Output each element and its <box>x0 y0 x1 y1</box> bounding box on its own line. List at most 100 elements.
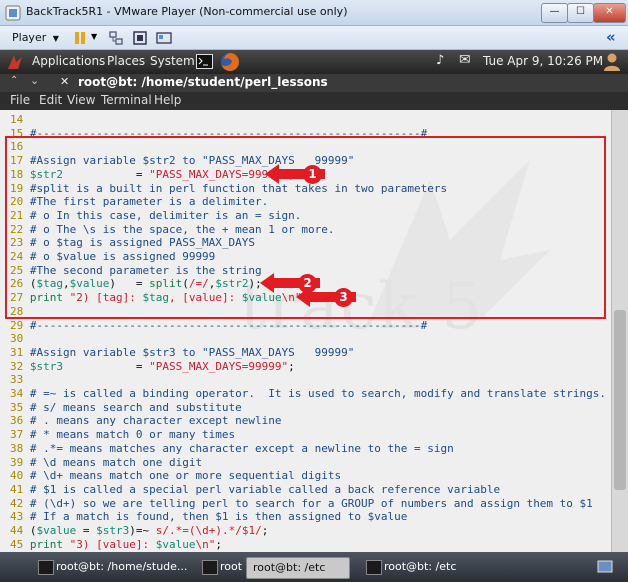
taskbar-item-label: root <box>220 560 243 573</box>
code-token: $str3 <box>96 524 130 537</box>
terminal-menu-bar: File Edit View Terminal Help <box>0 92 628 110</box>
line-number: 37 <box>10 428 24 442</box>
code-line: 35 # s/ means search and substitute <box>10 401 242 415</box>
pause-dropdown-icon[interactable]: ▼ <box>91 32 97 41</box>
places-menu[interactable]: Places <box>107 54 145 68</box>
code-line: 31 #Assign variable $str3 to "PASS_MAX_D… <box>10 346 354 360</box>
taskbar: root@bt: /home/stude... root root@bt: /e… <box>0 552 628 582</box>
line-number: 30 <box>10 332 24 346</box>
vmware-toolbar: Player ▼ ▼ « <box>0 26 628 50</box>
code-token: #Assign variable $str3 to "PASS_MAX_DAYS… <box>29 345 355 359</box>
code-token: \n" <box>195 537 216 551</box>
system-menu[interactable]: System <box>150 54 195 68</box>
chevron-up-icon[interactable]: ⌃ <box>10 75 18 86</box>
taskbar-item-home[interactable]: root@bt: /home/stude... <box>36 557 216 577</box>
code-line: 30 <box>10 332 30 346</box>
code-line: 44 ($value = $str3)=~ s/.*=(\d+).*/$1/; <box>10 524 268 538</box>
line-number: 38 <box>10 441 24 455</box>
terminal-icon <box>366 560 382 575</box>
line-number: 42 <box>10 496 24 510</box>
code-line: 37 # * means match 0 or many times <box>10 428 235 442</box>
volume-icon[interactable]: ♪ <box>436 53 444 68</box>
code-line: 39 # \d means match one digit <box>10 456 202 470</box>
player-menu-label: Player <box>12 31 47 44</box>
code-line: 41 # $1 is called a special perl variabl… <box>10 483 500 497</box>
menu-edit[interactable]: Edit <box>39 93 62 107</box>
code-line: 40 # \d+ means match one or more sequent… <box>10 469 341 483</box>
code-line: 36 # . means any character except newlin… <box>10 414 282 428</box>
terminal-scrollbar[interactable] <box>611 110 628 552</box>
devices-icon[interactable] <box>108 30 124 46</box>
code-token: $value <box>36 524 77 537</box>
player-menu[interactable]: Player ▼ <box>8 29 63 46</box>
code-token: # \d+ means match one or more sequential… <box>29 469 342 483</box>
minimize-button[interactable]: — <box>541 3 568 23</box>
line-number: 39 <box>10 455 24 469</box>
code-line: 14 <box>10 113 30 127</box>
code-token: $str3 <box>29 359 63 373</box>
terminal-launcher-icon[interactable] <box>196 54 213 69</box>
line-number: 33 <box>10 373 24 387</box>
vmware-logo-icon <box>5 5 21 21</box>
code-token: ; <box>261 524 269 537</box>
terminal-title-bar: ⌃ ⌄ ✕ root@bt: /home/student/perl_lesson… <box>0 74 628 92</box>
applications-menu[interactable]: Applications <box>32 54 105 68</box>
mail-icon[interactable]: ✉ <box>459 52 471 68</box>
code-token: = <box>63 359 150 373</box>
code-token: ; <box>288 359 295 373</box>
line-number: 41 <box>10 482 24 496</box>
backtrack-dragon-icon <box>8 55 22 69</box>
line-number: 40 <box>10 469 24 483</box>
fullscreen-icon[interactable] <box>132 30 148 46</box>
terminal-icon <box>38 560 54 575</box>
firefox-icon[interactable] <box>220 52 240 72</box>
code-token: $value <box>155 537 196 551</box>
menu-view[interactable]: View <box>67 93 95 107</box>
scrollbar-thumb[interactable] <box>614 310 626 490</box>
line-number: 36 <box>10 414 24 428</box>
line-number: 34 <box>10 387 24 400</box>
close-tab-icon[interactable]: ✕ <box>60 75 69 88</box>
code-token: # * means match 0 or many times <box>29 428 236 442</box>
code-line: 32 $str3 = "PASS_MAX_DAYS=99999"; <box>10 360 295 374</box>
pause-icon[interactable] <box>72 30 88 46</box>
code-token: # \d means match one digit <box>29 455 203 469</box>
maximize-button[interactable]: ☐ <box>567 3 594 23</box>
code-token: print <box>29 537 63 551</box>
annotation-label-3: 3 <box>334 288 353 307</box>
collapse-toolbar-icon[interactable]: « <box>606 28 616 46</box>
code-token: #---------------------------------------… <box>29 318 428 332</box>
code-line: 42 # (\d+) so we are telling perl to sea… <box>10 497 593 511</box>
code-line: 34 # =~ is called a binding operator. It… <box>10 387 606 401</box>
show-desktop-icon[interactable] <box>597 559 613 575</box>
taskbar-item-active[interactable]: root@bt: /etc <box>246 557 350 579</box>
code-line: 33 <box>10 373 30 387</box>
taskbar-item-label: root@bt: /etc <box>253 561 326 574</box>
line-number: 44 <box>10 524 24 537</box>
vmware-window-title: BackTrack5R1 - VMware Player (Non-commer… <box>26 5 348 18</box>
code-token: )=~ <box>129 524 156 537</box>
taskbar-item-etc[interactable]: root@bt: /etc <box>364 557 504 577</box>
unity-icon[interactable] <box>156 30 172 46</box>
code-line: 45 print "3) [value]: $value\n"; <box>10 538 222 552</box>
panel-clock[interactable]: Tue Apr 9, 10:26 PM <box>483 54 603 68</box>
chevron-down-icon[interactable]: ⌄ <box>30 74 39 87</box>
menu-file[interactable]: File <box>10 93 30 107</box>
annotation-arrow-1: 1 <box>265 163 325 185</box>
terminal-icon <box>202 560 218 575</box>
code-line: 29 #------------------------------------… <box>10 319 427 333</box>
line-number: 29 <box>10 318 24 332</box>
close-button[interactable]: ✕ <box>593 3 626 23</box>
code-token: # =~ is called a binding operator. It is… <box>29 387 607 400</box>
line-number: 43 <box>10 510 24 524</box>
menu-terminal[interactable]: Terminal <box>101 93 152 107</box>
code-token: s/.*=(\d+).*/$1/ <box>155 524 262 537</box>
line-number: 45 <box>10 537 24 551</box>
code-token: # (\d+) so we are telling perl to search… <box>29 496 593 510</box>
taskbar-item-label: root@bt: /etc <box>384 560 457 573</box>
user-icon[interactable] <box>603 52 621 72</box>
vmware-title-bar: BackTrack5R1 - VMware Player (Non-commer… <box>0 0 628 26</box>
menu-help[interactable]: Help <box>154 93 181 107</box>
code-token: ; <box>215 537 222 551</box>
